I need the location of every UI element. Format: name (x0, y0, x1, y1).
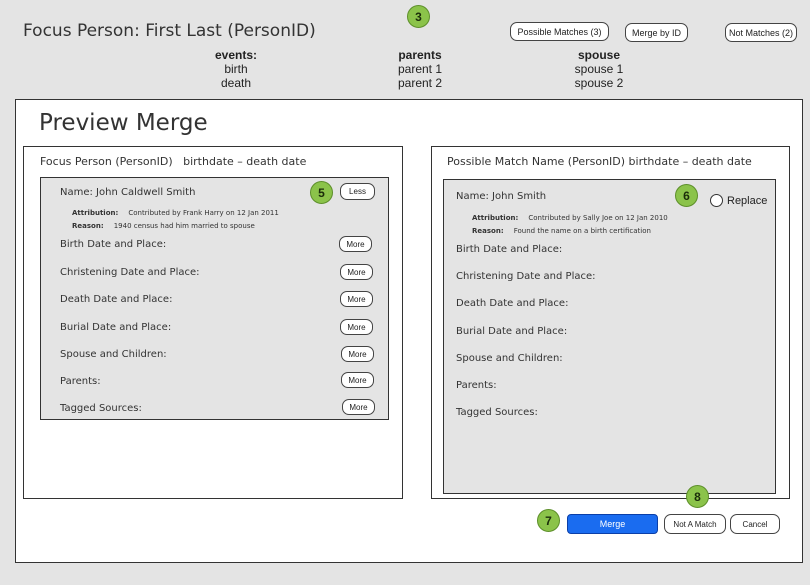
not-a-match-button[interactable]: Not A Match (664, 514, 726, 534)
death-more-button[interactable]: More (340, 291, 373, 307)
tagged-sources-field-label: Tagged Sources: (60, 403, 142, 414)
spouse-children-field-label: Spouse and Children: (456, 353, 563, 364)
events-heading: events: (214, 48, 258, 62)
focus-person-panel: Focus Person (PersonID) birthdate – deat… (23, 146, 403, 499)
parents-column: parents parent 1 parent 2 (390, 48, 450, 90)
birth-more-button[interactable]: More (339, 236, 372, 252)
events-column: events: birth death (206, 48, 266, 90)
tagged-sources-field-label: Tagged Sources: (456, 407, 538, 418)
spouse-children-more-button[interactable]: More (341, 346, 374, 362)
dialog-title: Preview Merge (39, 110, 208, 136)
annotation-badge-8: 8 (686, 485, 709, 508)
event-item[interactable]: birth (206, 62, 266, 76)
possible-match-details: Name: John Smith Attribution: Contribute… (443, 179, 776, 494)
parents-field-label: Parents: (60, 376, 101, 387)
event-item[interactable]: death (206, 76, 266, 90)
christening-field-label: Christening Date and Place: (60, 267, 200, 278)
death-field-label: Death Date and Place: (456, 298, 569, 309)
burial-more-button[interactable]: More (340, 319, 373, 335)
parents-heading: parents (398, 48, 442, 62)
replace-option[interactable]: Replace (710, 194, 767, 207)
annotation-badge-6: 6 (675, 184, 698, 207)
focus-person-header: Focus Person: First Last (PersonID) 3 Po… (12, 0, 810, 96)
birth-field-label: Birth Date and Place: (60, 239, 167, 250)
person-name: Name: John Caldwell Smith (60, 187, 196, 198)
spouse-children-field-label: Spouse and Children: (60, 349, 167, 360)
birth-field-label: Birth Date and Place: (456, 244, 563, 255)
focus-person-heading: Focus Person (PersonID) birthdate – deat… (40, 155, 307, 168)
replace-label: Replace (727, 194, 768, 207)
annotation-badge-3: 3 (407, 5, 430, 28)
reason-text: 1940 census had him married to spouse (113, 222, 255, 230)
death-field-label: Death Date and Place: (60, 294, 173, 305)
not-matches-button[interactable]: Not Matches (2) (725, 23, 797, 42)
annotation-badge-5: 5 (310, 181, 333, 204)
spouse-heading: spouse (577, 48, 620, 62)
spouse-item[interactable]: spouse 2 (564, 76, 634, 90)
reason-label: Reason: (472, 227, 504, 235)
merge-by-id-button[interactable]: Merge by ID (625, 23, 688, 42)
spouse-column: spouse spouse 1 spouse 2 (564, 48, 634, 90)
reason-label: Reason: (72, 222, 104, 230)
christening-field-label: Christening Date and Place: (456, 271, 596, 282)
less-button[interactable]: Less (340, 183, 375, 200)
possible-match-heading: Possible Match Name (PersonID) birthdate… (447, 155, 752, 168)
page-title: Focus Person: First Last (PersonID) (23, 21, 316, 41)
reason-text: Found the name on a birth certification (513, 227, 651, 235)
parent-item[interactable]: parent 2 (390, 76, 450, 90)
parents-more-button[interactable]: More (341, 372, 374, 388)
possible-match-panel: Possible Match Name (PersonID) birthdate… (431, 146, 790, 499)
focus-person-details: Name: John Caldwell Smith Attribution: C… (40, 177, 389, 420)
possible-matches-button[interactable]: Possible Matches (3) (510, 22, 609, 41)
reason-line: Reason: 1940 census had him married to s… (72, 213, 255, 232)
reason-line: Reason: Found the name on a birth certif… (472, 218, 651, 237)
parents-field-label: Parents: (456, 380, 497, 391)
replace-radio[interactable] (710, 194, 723, 207)
merge-button[interactable]: Merge (567, 514, 658, 534)
person-name: Name: John Smith (456, 191, 547, 202)
spouse-item[interactable]: spouse 1 (564, 62, 634, 76)
annotation-badge-7: 7 (537, 509, 560, 532)
tagged-sources-more-button[interactable]: More (342, 399, 375, 415)
preview-merge-dialog: Preview Merge Focus Person (PersonID) bi… (15, 99, 803, 563)
burial-field-label: Burial Date and Place: (60, 322, 172, 333)
christening-more-button[interactable]: More (340, 264, 373, 280)
cancel-button[interactable]: Cancel (730, 514, 780, 534)
burial-field-label: Burial Date and Place: (456, 326, 568, 337)
parent-item[interactable]: parent 1 (390, 62, 450, 76)
